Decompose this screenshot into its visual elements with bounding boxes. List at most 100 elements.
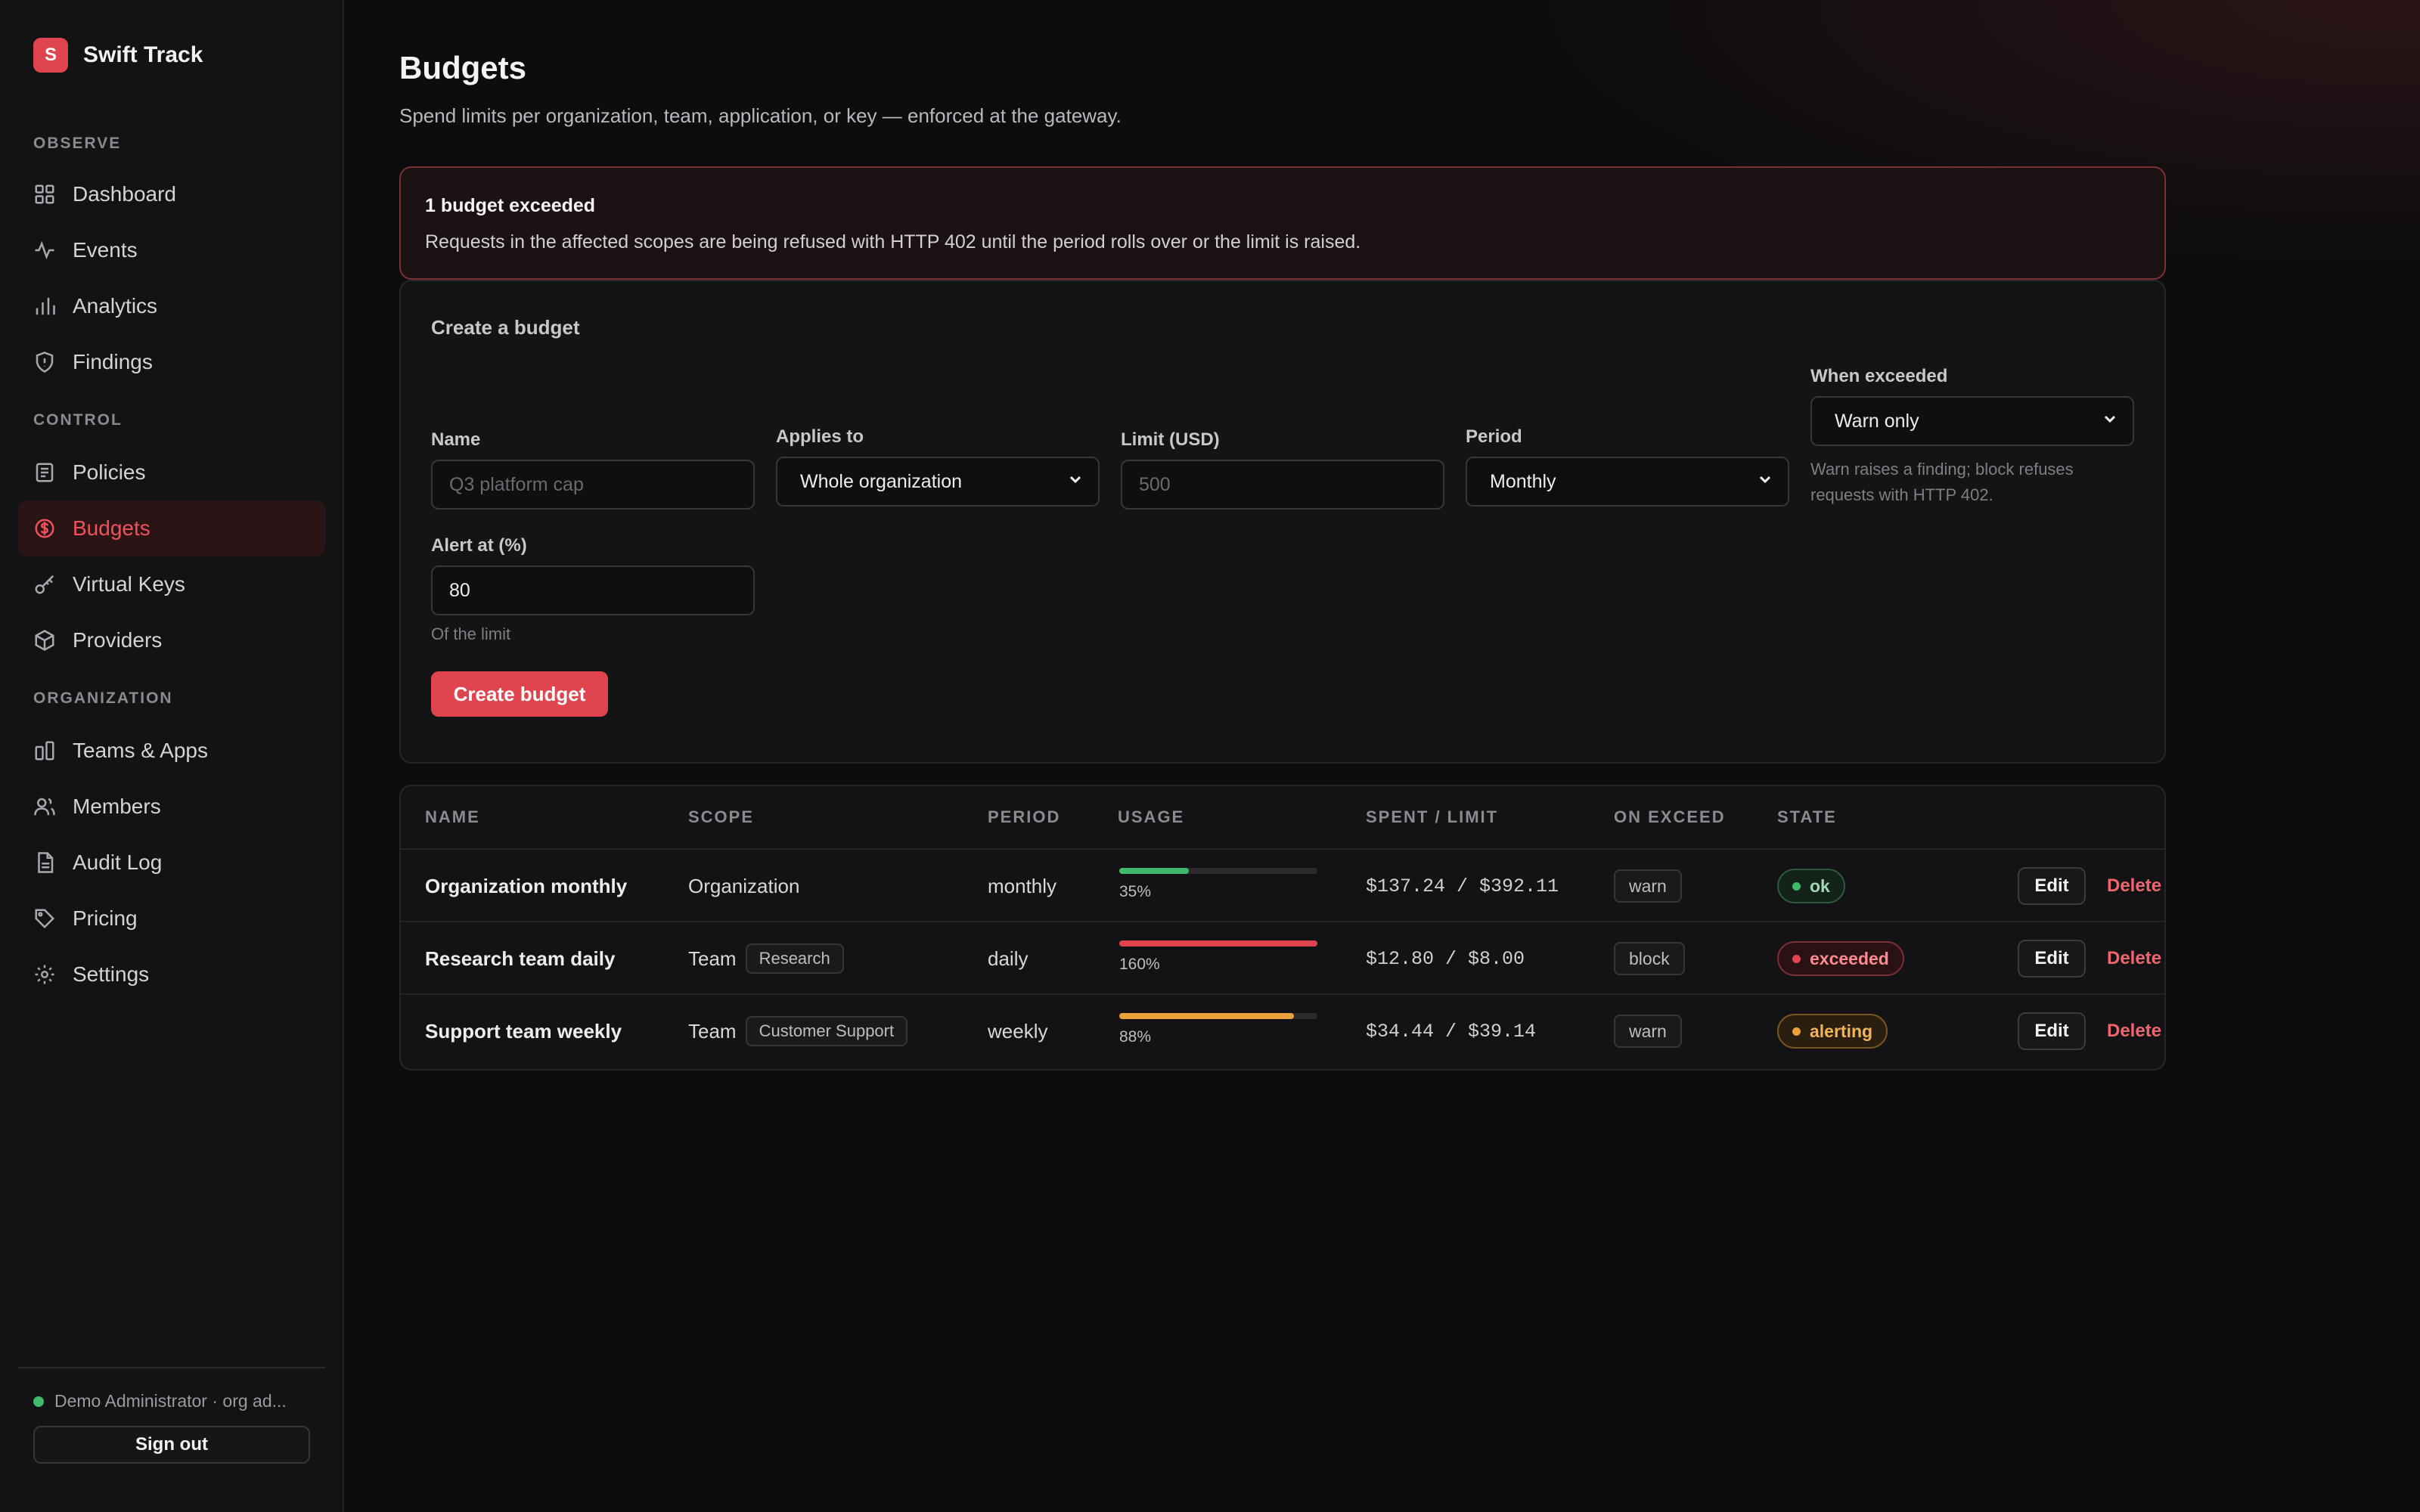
delete-button[interactable]: Delete bbox=[2107, 948, 2161, 969]
page-title: Budgets bbox=[399, 50, 526, 85]
sidebar-item-findings[interactable]: Findings bbox=[18, 334, 325, 390]
sidebar-item-events[interactable]: Events bbox=[18, 222, 325, 278]
edit-button[interactable]: Edit bbox=[2018, 1012, 2086, 1050]
usage-bar-fill bbox=[1119, 1013, 1294, 1019]
brand[interactable]: S Swift Track bbox=[33, 38, 203, 73]
alert-at-label: Alert at (%) bbox=[431, 535, 527, 556]
current-user: Demo Administrator · org ad... bbox=[33, 1391, 321, 1411]
limit-input[interactable]: 500 bbox=[1121, 460, 1444, 510]
name-input[interactable]: Q3 platform cap bbox=[431, 460, 755, 510]
chevron-down-icon bbox=[1066, 470, 1084, 494]
budget-period: monthly bbox=[988, 874, 1057, 897]
delete-button[interactable]: Delete bbox=[2107, 875, 2161, 897]
scope-label: Team bbox=[688, 1019, 737, 1043]
sidebar-item-label: Policies bbox=[73, 460, 146, 484]
brand-name: Swift Track bbox=[83, 42, 203, 67]
period-select[interactable]: Monthly bbox=[1466, 457, 1789, 507]
when-exceeded-value: Warn only bbox=[1835, 410, 1919, 432]
on-exceed-tag: warn bbox=[1614, 869, 1682, 903]
name-label: Name bbox=[431, 429, 481, 450]
usage-bar bbox=[1119, 940, 1317, 947]
when-exceeded-hint: Warn raises a finding; block refuses req… bbox=[1810, 457, 2074, 508]
sidebar-item-members[interactable]: Members bbox=[18, 779, 325, 835]
sidebar: S Swift Track OBSERVE Dashboard Events A… bbox=[0, 0, 344, 1512]
budget-scope: Team Research bbox=[688, 922, 844, 995]
sidebar-item-dashboard[interactable]: Dashboard bbox=[18, 166, 325, 222]
shield-icon bbox=[33, 351, 56, 373]
alert-title: 1 budget exceeded bbox=[425, 195, 596, 216]
sidebar-item-providers[interactable]: Providers bbox=[18, 612, 325, 668]
columns-icon bbox=[33, 739, 56, 762]
section-label-organization: ORGANIZATION bbox=[33, 689, 173, 707]
when-exceeded-select[interactable]: Warn only bbox=[1810, 396, 2134, 446]
budget-state: ok bbox=[1777, 850, 1845, 922]
status-badge: ok bbox=[1777, 869, 1845, 903]
budget-scope: Organization bbox=[688, 850, 799, 922]
sidebar-item-label: Audit Log bbox=[73, 850, 163, 874]
edit-button[interactable]: Edit bbox=[2018, 867, 2086, 905]
column-header: PERIOD bbox=[988, 807, 1061, 826]
sidebar-item-label: Virtual Keys bbox=[73, 572, 185, 596]
delete-button[interactable]: Delete bbox=[2107, 1021, 2161, 1042]
brand-logo: S bbox=[33, 38, 68, 73]
column-header: USAGE bbox=[1118, 807, 1185, 826]
on-exceed: warn bbox=[1614, 995, 1682, 1067]
usage-bar-fill bbox=[1119, 940, 1317, 947]
sidebar-item-virtual-keys[interactable]: Virtual Keys bbox=[18, 556, 325, 612]
budgets-table: NAME SCOPE PERIOD USAGE SPENT / LIMIT ON… bbox=[399, 785, 2166, 1070]
sidebar-footer: Demo Administrator · org ad... Sign out bbox=[18, 1367, 325, 1464]
scope-chip: Research bbox=[745, 943, 844, 974]
file-icon bbox=[33, 851, 56, 874]
status-label: exceeded bbox=[1810, 948, 1889, 968]
status-label: alerting bbox=[1810, 1021, 1873, 1041]
sidebar-item-policies[interactable]: Policies bbox=[18, 445, 325, 500]
online-status-dot bbox=[33, 1396, 44, 1407]
activity-icon bbox=[33, 239, 56, 262]
create-budget-button[interactable]: Create budget bbox=[431, 671, 608, 717]
table-row: Organization monthly Organization monthly 3… bbox=[401, 850, 2164, 922]
form-title: Create a budget bbox=[431, 316, 580, 339]
chevron-down-icon bbox=[1756, 470, 1774, 494]
grid-icon bbox=[33, 183, 56, 206]
main-content: Budgets Spend limits per organization, t… bbox=[344, 0, 2420, 1512]
scope-label: Team bbox=[688, 947, 737, 970]
users-icon bbox=[33, 795, 56, 818]
usage-bar bbox=[1119, 868, 1317, 874]
applies-to-select[interactable]: Whole organization bbox=[776, 457, 1100, 507]
table-row: Support team weekly Team Customer Support w… bbox=[401, 995, 2164, 1067]
usage-bar bbox=[1119, 1013, 1317, 1019]
usage-percent: 35% bbox=[1119, 883, 1152, 900]
sidebar-item-label: Providers bbox=[73, 628, 163, 652]
sidebar-item-label: Budgets bbox=[73, 516, 150, 540]
sidebar-item-label: Events bbox=[73, 238, 138, 262]
sidebar-item-pricing[interactable]: Pricing bbox=[18, 891, 325, 947]
cube-icon bbox=[33, 629, 56, 652]
edit-button[interactable]: Edit bbox=[2018, 940, 2086, 978]
user-label: Demo Administrator · org ad... bbox=[54, 1391, 287, 1411]
budget-state: exceeded bbox=[1777, 922, 1904, 995]
status-dot bbox=[1792, 954, 1801, 963]
budget-period: daily bbox=[988, 947, 1028, 970]
column-header: SPENT / LIMIT bbox=[1366, 807, 1499, 826]
table-header: NAME SCOPE PERIOD USAGE SPENT / LIMIT ON… bbox=[401, 786, 2164, 850]
status-label: ok bbox=[1810, 875, 1830, 896]
sidebar-item-settings[interactable]: Settings bbox=[18, 947, 325, 1002]
budget-name: Support team weekly bbox=[425, 1019, 622, 1043]
key-icon bbox=[33, 573, 56, 596]
sidebar-item-budgets[interactable]: Budgets bbox=[18, 500, 325, 556]
sidebar-item-analytics[interactable]: Analytics bbox=[18, 278, 325, 334]
status-dot bbox=[1792, 1027, 1801, 1036]
usage-bar-fill bbox=[1119, 868, 1189, 874]
sidebar-item-audit-log[interactable]: Audit Log bbox=[18, 835, 325, 891]
on-exceed: warn bbox=[1614, 850, 1682, 922]
alert-at-input[interactable]: 80 bbox=[431, 565, 755, 615]
spent-limit: $34.44 / $39.14 bbox=[1366, 1020, 1537, 1043]
applies-to-label: Applies to bbox=[776, 426, 864, 447]
usage-percent: 88% bbox=[1119, 1028, 1152, 1046]
alert-at-hint: Of the limit bbox=[431, 624, 511, 643]
sidebar-item-label: Pricing bbox=[73, 906, 138, 930]
budget-state: alerting bbox=[1777, 995, 1888, 1067]
sidebar-item-teams-apps[interactable]: Teams & Apps bbox=[18, 723, 325, 779]
sign-out-button[interactable]: Sign out bbox=[33, 1426, 310, 1464]
spent-limit: $137.24 / $392.11 bbox=[1366, 875, 1559, 897]
